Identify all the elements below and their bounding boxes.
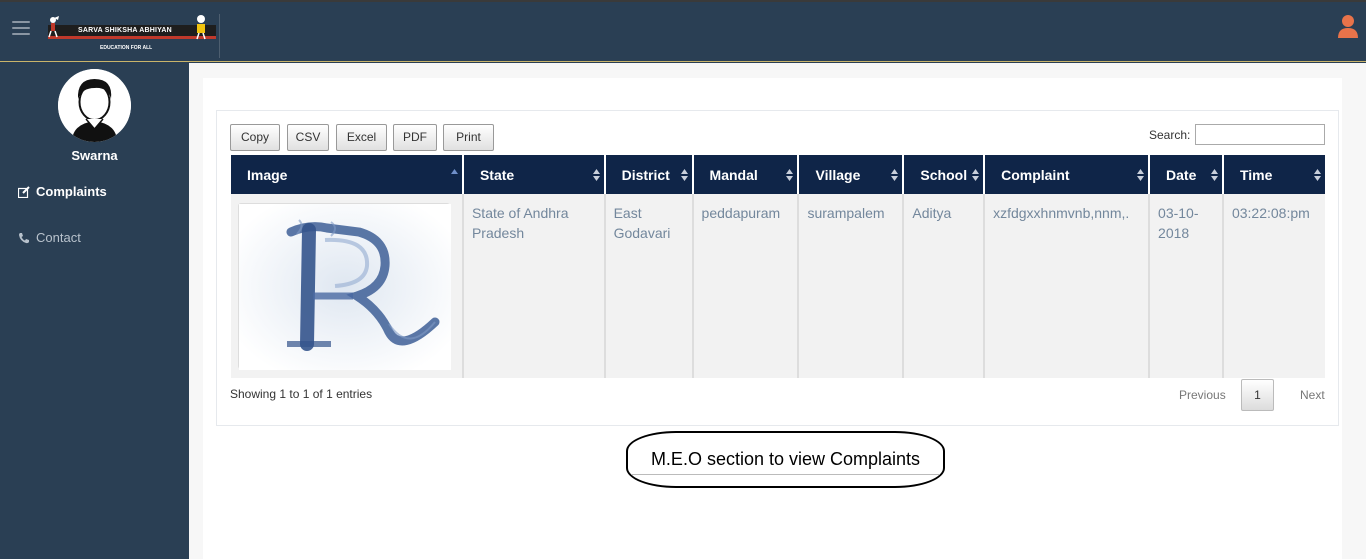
cell-district: East Godavari [604,194,694,378]
main-content: Copy CSV Excel PDF Print Search: Image S… [189,63,1366,559]
previous-page-button[interactable]: Previous [1179,388,1226,402]
column-header-school[interactable]: School [903,155,986,194]
column-header-mandal[interactable]: Mandal [692,155,800,194]
sort-both-icon [972,169,980,181]
excel-button[interactable]: Excel [336,124,387,151]
profile-name: Swarna [71,148,118,163]
sort-both-icon [592,169,600,181]
letter-r-image [239,204,451,370]
caption-callout: M.E.O section to view Complaints [626,431,945,488]
edit-icon [18,185,30,198]
hamburger-icon[interactable] [12,21,30,35]
sort-asc-icon [450,169,458,174]
next-page-button[interactable]: Next [1300,388,1325,402]
caption-text: M.E.O section to view Complaints [650,449,921,469]
table-info: Showing 1 to 1 of 1 entries [230,387,373,401]
sidebar-item-label: Contact [36,230,81,245]
cell-image [231,194,464,378]
column-header-time[interactable]: Time [1222,155,1325,194]
table-row: State of Andhra Pradesh East Godavari pe… [231,194,1325,378]
logo-figure-left [48,16,59,38]
cell-date: 03-10-2018 [1149,194,1224,378]
sort-both-icon [1137,169,1145,181]
cell-state: State of Andhra Pradesh [462,194,606,378]
search-input[interactable] [1195,124,1325,145]
phone-icon [19,232,29,243]
sort-both-icon [891,169,899,181]
column-header-village[interactable]: Village [798,155,905,194]
column-header-image[interactable]: Image [231,155,464,194]
page-1-button[interactable]: 1 [1241,379,1274,411]
cell-mandal: peddapuram [692,194,800,378]
copy-button[interactable]: Copy [230,124,280,151]
sort-both-icon [1210,169,1218,181]
sidebar-item-contact[interactable]: Contact [18,230,81,245]
avatar [58,69,131,142]
complaints-table-panel: Copy CSV Excel PDF Print Search: Image S… [216,110,1339,426]
cell-complaint: xzfdgxxhnmvnb,nnm,. [984,194,1151,378]
print-button[interactable]: Print [443,124,494,151]
pdf-button[interactable]: PDF [393,124,437,151]
sort-both-icon [786,169,794,181]
sidebar: Swarna Complaints Contact [0,63,189,559]
column-header-date[interactable]: Date [1149,155,1224,194]
table-header-row: Image State District Mandal Village Scho… [231,155,1325,194]
sidebar-item-complaints[interactable]: Complaints [18,184,107,199]
sidebar-item-label: Complaints [36,184,107,199]
logo: SARVA SHIKSHA ABHIYAN EDUCATION FOR ALL [42,14,220,58]
column-header-district[interactable]: District [604,155,694,194]
complaint-image[interactable] [238,203,451,370]
column-header-complaint[interactable]: Complaint [984,155,1151,194]
csv-button[interactable]: CSV [287,124,329,151]
logo-subtext: EDUCATION FOR ALL [100,45,153,51]
sort-both-icon [680,169,688,181]
top-navbar: SARVA SHIKSHA ABHIYAN EDUCATION FOR ALL [0,0,1366,62]
column-header-state[interactable]: State [462,155,606,194]
sort-both-icon [1314,169,1321,181]
search-label: Search: [1149,128,1191,142]
caption-underline [632,474,939,475]
cell-village: surampalem [798,194,905,378]
cell-time: 03:22:08:pm [1222,194,1325,378]
cell-school: Aditya [903,194,986,378]
complaints-table: Image State District Mandal Village Scho… [231,155,1325,378]
logo-figure-right [196,15,206,40]
logo-text: SARVA SHIKSHA ABHIYAN [78,27,172,34]
user-icon[interactable] [1338,14,1358,38]
